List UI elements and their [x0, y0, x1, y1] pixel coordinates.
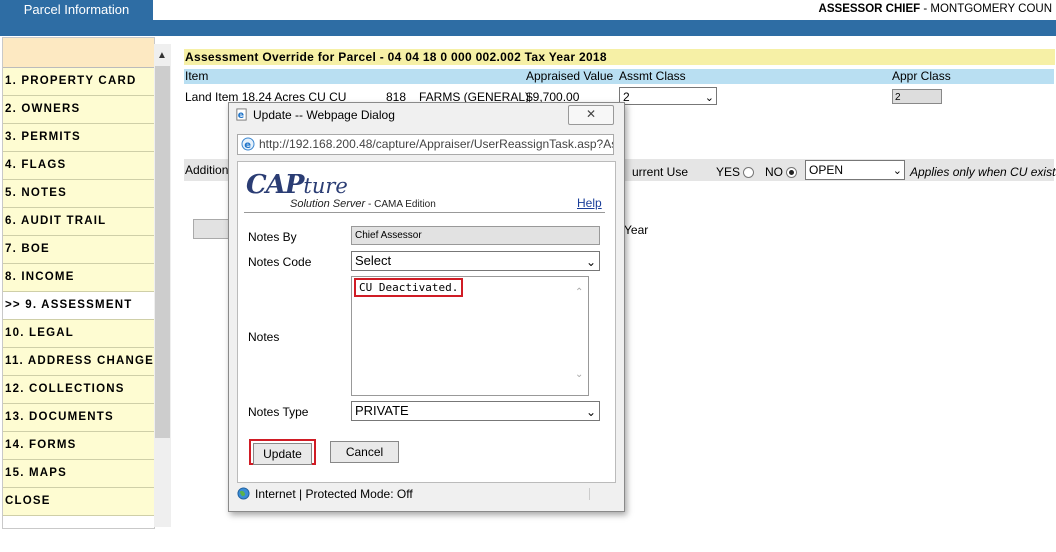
cu-yes-radio[interactable]	[743, 167, 755, 178]
notes-by-label: Notes By	[248, 230, 297, 244]
page-title: Assessment Override for Parcel - 04 04 1…	[184, 49, 1055, 65]
notes-code-select[interactable]: Select ⌄	[351, 251, 600, 271]
notes-code-value: Select	[355, 253, 392, 268]
additional-label: Addition	[185, 163, 229, 177]
notes-code-label: Notes Code	[248, 255, 312, 269]
column-appraised-value: Appraised Value	[526, 69, 614, 83]
dialog-body: CAPture Solution Server - CAMA Edition H…	[237, 161, 616, 483]
capture-logo: CAPture Solution Server - CAMA Edition	[246, 170, 436, 210]
top-header: Parcel Information ASSESSOR CHIEF - MONT…	[0, 0, 1056, 20]
status-text: Internet | Protected Mode: Off	[255, 487, 413, 501]
resize-grip[interactable]	[589, 488, 610, 500]
sidebar-item-flags[interactable]: 4. FLAGS	[3, 152, 154, 180]
dialog-url: http://192.168.200.48/capture/Appraiser/…	[259, 137, 614, 151]
logo-subtitle-italic: Solution Server	[290, 198, 366, 210]
appr-class-field: 2	[892, 89, 942, 104]
no-label: NO	[765, 165, 783, 179]
logo-cap: CAP	[246, 170, 304, 200]
sidebar-item-close[interactable]: CLOSE	[3, 488, 154, 516]
sidebar-item-property-card[interactable]: 1. PROPERTY CARD	[3, 68, 154, 96]
dialog-title-text: Update -- Webpage Dialog	[253, 108, 395, 122]
sidebar: 1. PROPERTY CARD 2. OWNERS 3. PERMITS 4.…	[2, 37, 155, 529]
scroll-up-icon[interactable]: ⌃	[575, 287, 583, 298]
logo-ture: ture	[303, 174, 348, 198]
hidden-button[interactable]	[193, 219, 233, 239]
notes-textarea[interactable]: CU Deactivated. ⌃ ⌄	[351, 276, 589, 396]
sidebar-item-maps[interactable]: 15. MAPS	[3, 460, 154, 488]
sidebar-item-audit-trail[interactable]: 6. AUDIT TRAIL	[3, 208, 154, 236]
notes-type-label: Notes Type	[248, 405, 309, 419]
help-link[interactable]: Help	[577, 196, 602, 210]
update-highlight: Update	[249, 439, 316, 465]
dialog-title: e Update -- Webpage Dialog	[235, 108, 395, 122]
sidebar-item-collections[interactable]: 12. COLLECTIONS	[3, 376, 154, 404]
status-select[interactable]: OPEN ⌄	[805, 160, 905, 180]
sidebar-item-legal[interactable]: 10. LEGAL	[3, 320, 154, 348]
column-assmt-class: Assmt Class	[619, 69, 686, 83]
assmt-class-select[interactable]: 2 ⌄	[619, 87, 717, 105]
sidebar-header	[3, 38, 154, 68]
sidebar-item-notes[interactable]: 5. NOTES	[3, 180, 154, 208]
parcel-information-tab[interactable]: Parcel Information	[0, 0, 153, 20]
scroll-down-icon[interactable]: ⌄	[575, 369, 583, 380]
textarea-scrollbar[interactable]: ⌃ ⌄	[572, 277, 588, 395]
update-dialog: e Update -- Webpage Dialog ✕ e http://192.…	[228, 102, 625, 512]
notes-by-field: Chief Assessor	[351, 226, 600, 245]
notes-type-select[interactable]: PRIVATE ⌄	[351, 401, 600, 421]
scrollbar-thumb[interactable]	[155, 66, 170, 438]
globe-icon	[237, 487, 250, 500]
divider	[244, 212, 605, 213]
sidebar-item-permits[interactable]: 3. PERMITS	[3, 124, 154, 152]
sidebar-item-boe[interactable]: 7. BOE	[3, 236, 154, 264]
table-header: Item Appraised Value Assmt Class Appr Cl…	[184, 69, 1054, 84]
sidebar-item-address-change[interactable]: 11. ADDRESS CHANGE	[3, 348, 154, 376]
cu-no-radio[interactable]	[786, 167, 797, 178]
column-item: Item	[185, 69, 209, 83]
status-bar: Internet | Protected Mode: Off	[237, 485, 614, 504]
svg-text:e: e	[244, 140, 251, 151]
current-use-label: urrent Use	[632, 165, 689, 179]
user-role: ASSESSOR CHIEF	[818, 3, 921, 15]
sidebar-item-owners[interactable]: 2. OWNERS	[3, 96, 154, 124]
applies-note: Applies only when CU exists	[910, 165, 1056, 179]
logo-subtitle-rest: - CAMA Edition	[365, 199, 436, 210]
year-label: Year	[624, 223, 649, 237]
address-bar: e http://192.168.200.48/capture/Appraiser…	[237, 134, 614, 155]
ie-page-icon: e	[241, 137, 255, 151]
close-icon[interactable]: ✕	[568, 105, 614, 125]
cancel-button[interactable]: Cancel	[330, 441, 399, 463]
scroll-up-icon[interactable]: ▲	[157, 50, 167, 61]
sidebar-scrollbar[interactable]: ▲	[154, 44, 171, 527]
chevron-down-icon: ⌄	[704, 92, 714, 104]
cu-no-option[interactable]: NO	[765, 165, 797, 179]
sidebar-item-income[interactable]: 8. INCOME	[3, 264, 154, 292]
notes-type-value: PRIVATE	[355, 403, 409, 418]
chevron-down-icon: ⌄	[585, 405, 596, 419]
logo-subtitle: Solution Server - CAMA Edition	[290, 198, 436, 210]
update-button[interactable]: Update	[253, 443, 312, 465]
chevron-down-icon: ⌄	[892, 165, 902, 177]
ie-page-icon: e	[236, 108, 247, 121]
cu-yes-option[interactable]: YES	[716, 165, 755, 179]
sidebar-item-forms[interactable]: 14. FORMS	[3, 432, 154, 460]
sidebar-item-documents[interactable]: 13. DOCUMENTS	[3, 404, 154, 432]
header-strip	[0, 20, 1056, 36]
sidebar-list: 1. PROPERTY CARD 2. OWNERS 3. PERMITS 4.…	[3, 68, 154, 516]
status-select-value: OPEN	[809, 163, 844, 177]
user-info: ASSESSOR CHIEF - MONTGOMERY COUN	[819, 3, 1052, 15]
chevron-down-icon: ⌄	[585, 255, 596, 269]
notes-text: CU Deactivated.	[354, 278, 464, 297]
svg-text:e: e	[238, 110, 244, 121]
notes-label: Notes	[248, 330, 280, 344]
column-appr-class: Appr Class	[892, 69, 951, 83]
sidebar-item-assessment[interactable]: >> 9. ASSESSMENT	[3, 292, 154, 320]
yes-label: YES	[716, 165, 741, 179]
county-name: - MONTGOMERY COUN	[923, 3, 1052, 15]
